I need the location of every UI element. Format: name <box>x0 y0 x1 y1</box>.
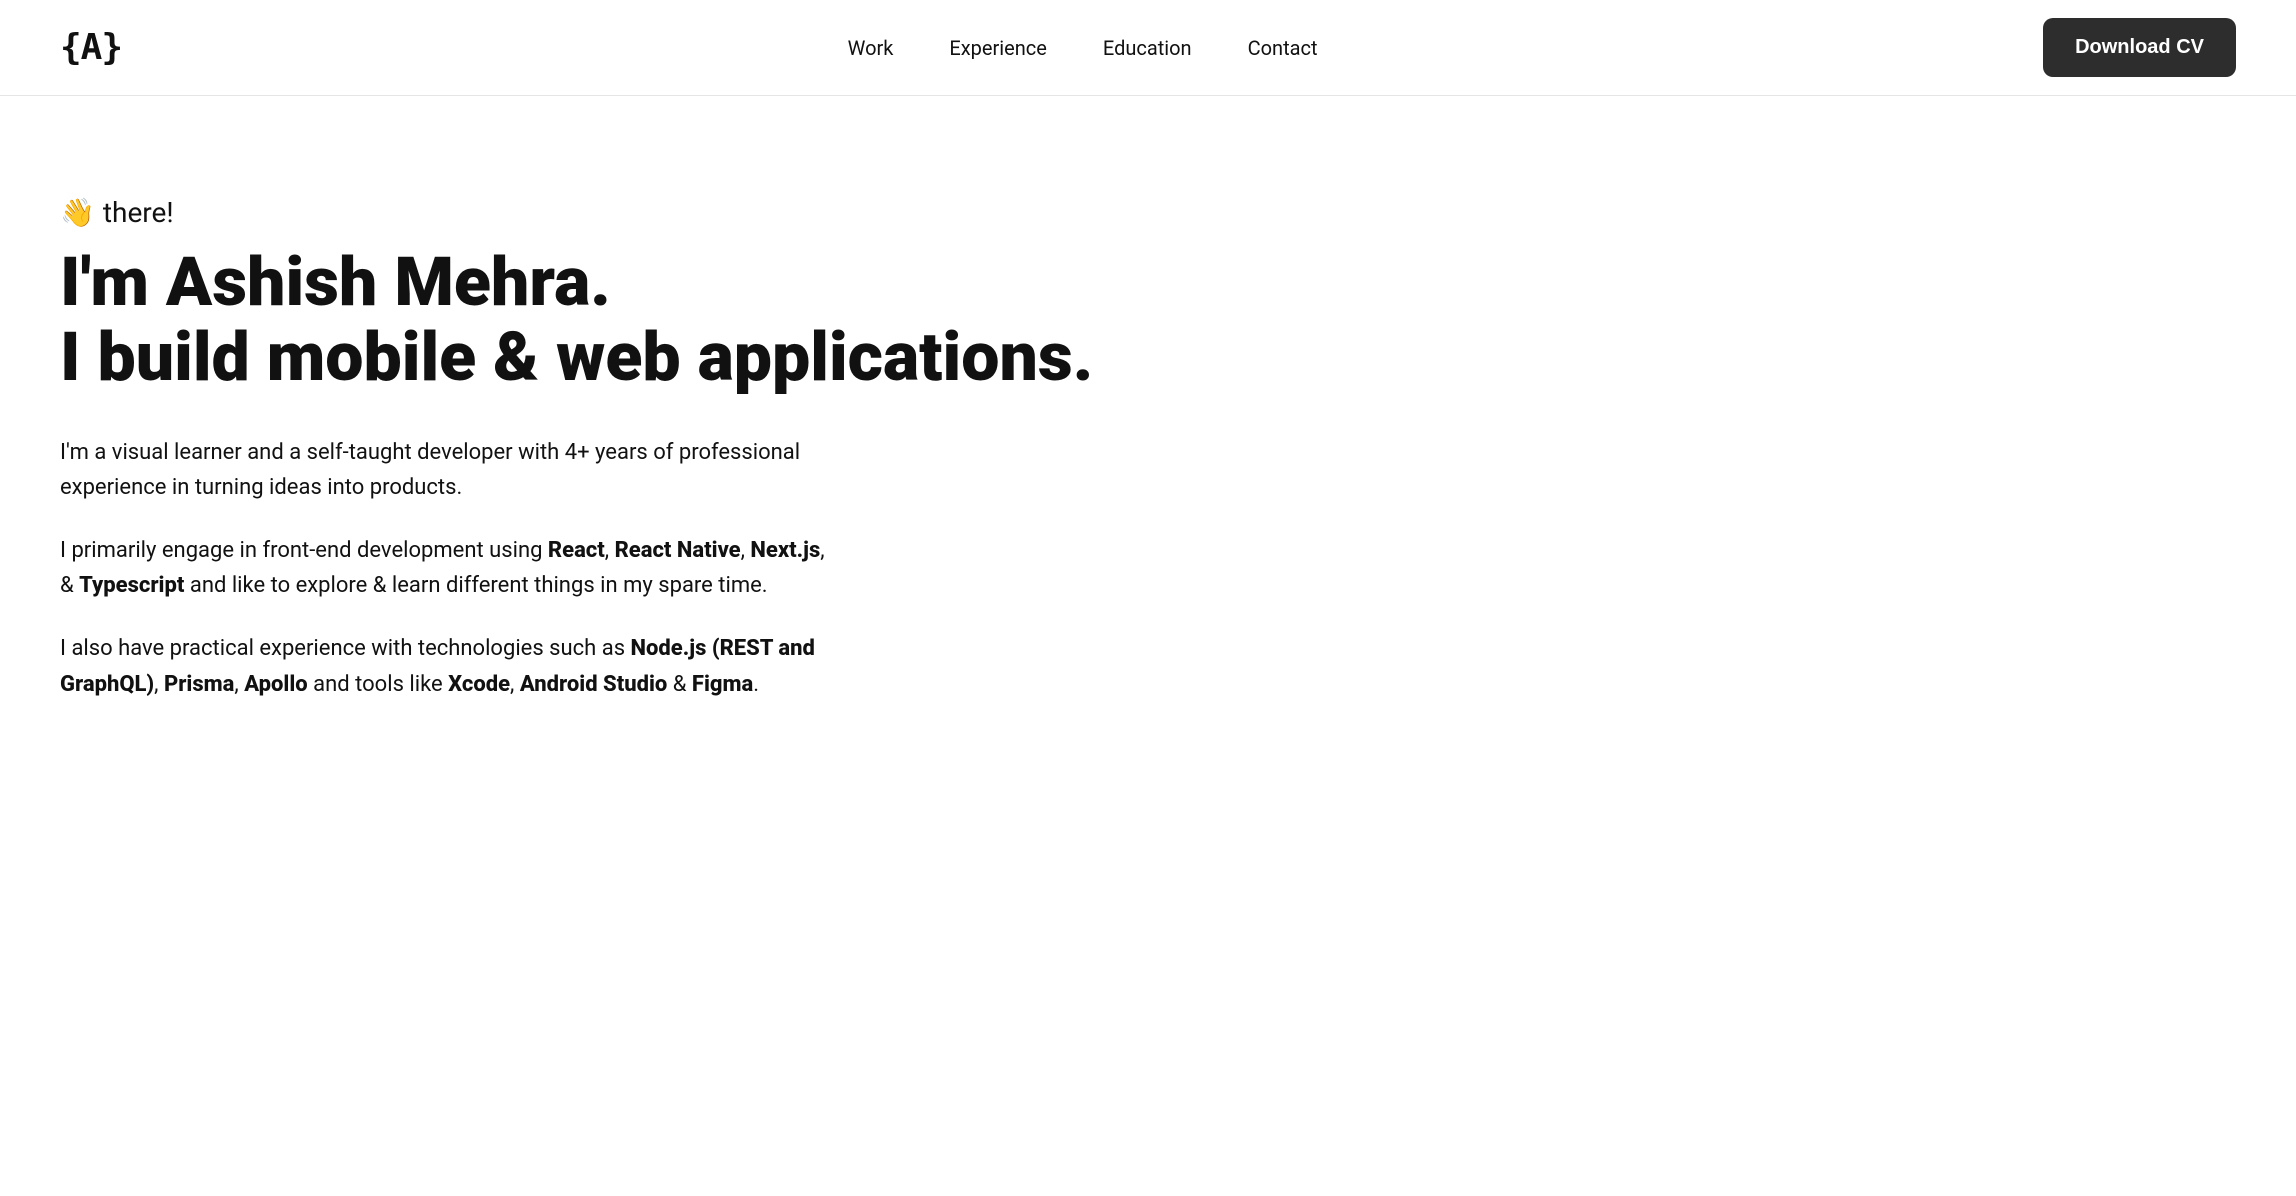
nav-item-contact[interactable]: Contact <box>1248 36 1318 60</box>
hero-title-line2: I build mobile & web applications. <box>60 317 1093 397</box>
hero-description: I'm a visual learner and a self-taught d… <box>60 435 840 702</box>
description-paragraph-1: I'm a visual learner and a self-taught d… <box>60 435 840 505</box>
desc2-sep1: , <box>605 538 615 563</box>
hero-section: 👋 there! I'm Ashish Mehra. I build mobil… <box>0 96 1200 794</box>
greeting-text: there! <box>103 196 174 229</box>
nav-item-work[interactable]: Work <box>848 36 894 60</box>
greeting-line: 👋 there! <box>60 196 1140 229</box>
desc3-figma: Figma <box>692 672 753 697</box>
desc3-android-studio: Android Studio <box>520 672 667 697</box>
desc3-xcode: Xcode <box>448 672 510 697</box>
desc3-sep3: , <box>510 672 520 697</box>
desc2-nextjs: Next.js <box>750 538 820 563</box>
hero-title-line1: I'm Ashish Mehra. <box>60 242 611 322</box>
nav-item-experience[interactable]: Experience <box>949 36 1047 60</box>
main-nav: Work Experience Education Contact <box>848 36 1318 60</box>
desc3-prisma: Prisma <box>164 672 234 697</box>
desc2-prefix: I primarily engage in front-end developm… <box>60 538 548 563</box>
desc3-sep1: , <box>154 672 164 697</box>
site-logo[interactable]: {A} <box>60 27 122 68</box>
desc3-mid: and tools like <box>308 672 448 697</box>
desc3-suffix: . <box>753 672 759 697</box>
desc3-apollo: Apollo <box>244 672 308 697</box>
desc2-sep2: , <box>741 538 751 563</box>
site-header: {A} Work Experience Education Contact Do… <box>0 0 2296 96</box>
desc2-react: React <box>548 538 605 563</box>
description-paragraph-3: I also have practical experience with te… <box>60 631 840 701</box>
wave-emoji: 👋 <box>60 196 95 229</box>
description-paragraph-2: I primarily engage in front-end developm… <box>60 533 840 603</box>
desc3-sep2: , <box>234 672 244 697</box>
desc3-sep4: & <box>667 672 692 697</box>
download-cv-button[interactable]: Download CV <box>2043 18 2236 77</box>
nav-item-education[interactable]: Education <box>1103 36 1192 60</box>
desc3-prefix: I also have practical experience with te… <box>60 636 631 661</box>
desc2-suffix: and like to explore & learn different th… <box>184 573 767 598</box>
hero-title: I'm Ashish Mehra. I build mobile & web a… <box>60 245 1140 395</box>
desc2-react-native: React Native <box>615 538 741 563</box>
desc2-typescript: Typescript <box>79 573 184 598</box>
